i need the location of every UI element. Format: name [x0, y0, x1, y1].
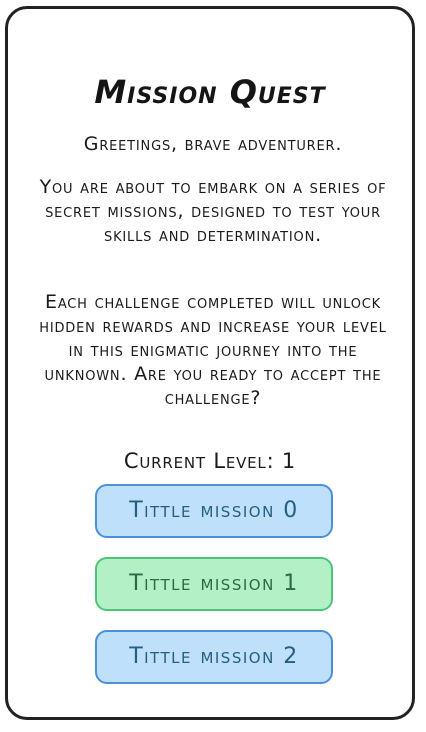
current-level-label: Current Level: 1 — [123, 449, 297, 473]
challenge-text: Each challenge completed will unlock hid… — [39, 291, 387, 409]
page-title: Mission Quest — [94, 73, 326, 111]
mission-1-button[interactable]: Tittle mission 1 — [95, 557, 333, 611]
mission-2-button[interactable]: Tittle mission 2 — [95, 630, 333, 684]
mission-card: Mission Quest Greetings, brave adventure… — [5, 6, 415, 720]
intro-text: You are about to embark on a series of s… — [39, 176, 387, 246]
mission-0-button[interactable]: Tittle mission 0 — [95, 484, 333, 538]
greeting-text: Greetings, brave adventurer. — [83, 133, 343, 155]
